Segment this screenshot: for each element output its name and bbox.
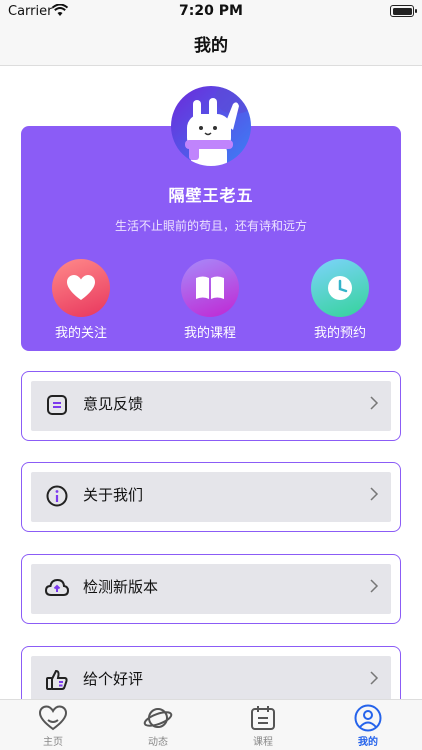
- menu-item-check-update[interactable]: 检测新版本: [21, 554, 401, 624]
- book-icon: [196, 276, 224, 299]
- chevron-right-icon: [370, 396, 379, 410]
- tab-moments[interactable]: 动态: [128, 704, 188, 748]
- thumbs-up-icon: [46, 669, 68, 690]
- menu-label-about: 关于我们: [83, 486, 144, 504]
- my-follows-label: 我的关注: [54, 326, 107, 341]
- page-title: 我的: [194, 36, 228, 56]
- menu-label-rate: 给个好评: [83, 670, 144, 688]
- tab-home[interactable]: 主页: [23, 704, 83, 748]
- my-courses-label: 我的课程: [183, 326, 236, 341]
- tab-label-home: 主页: [43, 737, 63, 748]
- heart-icon: [67, 275, 95, 300]
- tab-label-moments: 动态: [148, 737, 168, 748]
- tab-label-mine: 我的: [358, 737, 378, 748]
- bunny-avatar-icon: [185, 86, 251, 166]
- feedback-icon: [47, 395, 67, 415]
- my-courses-button[interactable]: 我的课程: [160, 259, 260, 341]
- info-icon: [46, 485, 68, 507]
- tab-courses[interactable]: 课程: [233, 704, 293, 748]
- tab-mine[interactable]: 我的: [338, 704, 398, 748]
- navigation-bar: 我的: [0, 22, 422, 66]
- my-appointments-button[interactable]: 我的预约: [290, 259, 390, 341]
- cloud-upload-icon: [45, 578, 69, 596]
- clock-icon: [328, 276, 352, 300]
- home-heart-icon: [38, 705, 68, 731]
- user-motto: 生活不止眼前的苟且，还有诗和远方: [114, 219, 307, 233]
- my-appointments-label: 我的预约: [313, 326, 366, 341]
- chevron-right-icon: [370, 579, 379, 593]
- battery-icon: [390, 5, 417, 17]
- username: 隔壁王老五: [168, 186, 254, 205]
- menu-item-feedback[interactable]: 意见反馈: [21, 371, 401, 441]
- status-bar: Carrier 7:20 PM: [0, 0, 422, 22]
- avatar[interactable]: [171, 86, 251, 166]
- planet-icon: [143, 708, 173, 728]
- tab-bar: 主页 动态 课程 我的: [0, 699, 422, 750]
- status-time: 7:20 PM: [179, 3, 243, 19]
- menu-label-check-update: 检测新版本: [83, 578, 159, 596]
- menu-label-feedback: 意见反馈: [83, 395, 144, 413]
- menu-item-about[interactable]: 关于我们: [21, 462, 401, 532]
- tab-label-courses: 课程: [253, 737, 273, 748]
- my-follows-button[interactable]: 我的关注: [31, 259, 131, 341]
- user-icon: [354, 704, 382, 732]
- chevron-right-icon: [370, 487, 379, 501]
- chevron-right-icon: [370, 671, 379, 685]
- calendar-icon: [251, 706, 275, 730]
